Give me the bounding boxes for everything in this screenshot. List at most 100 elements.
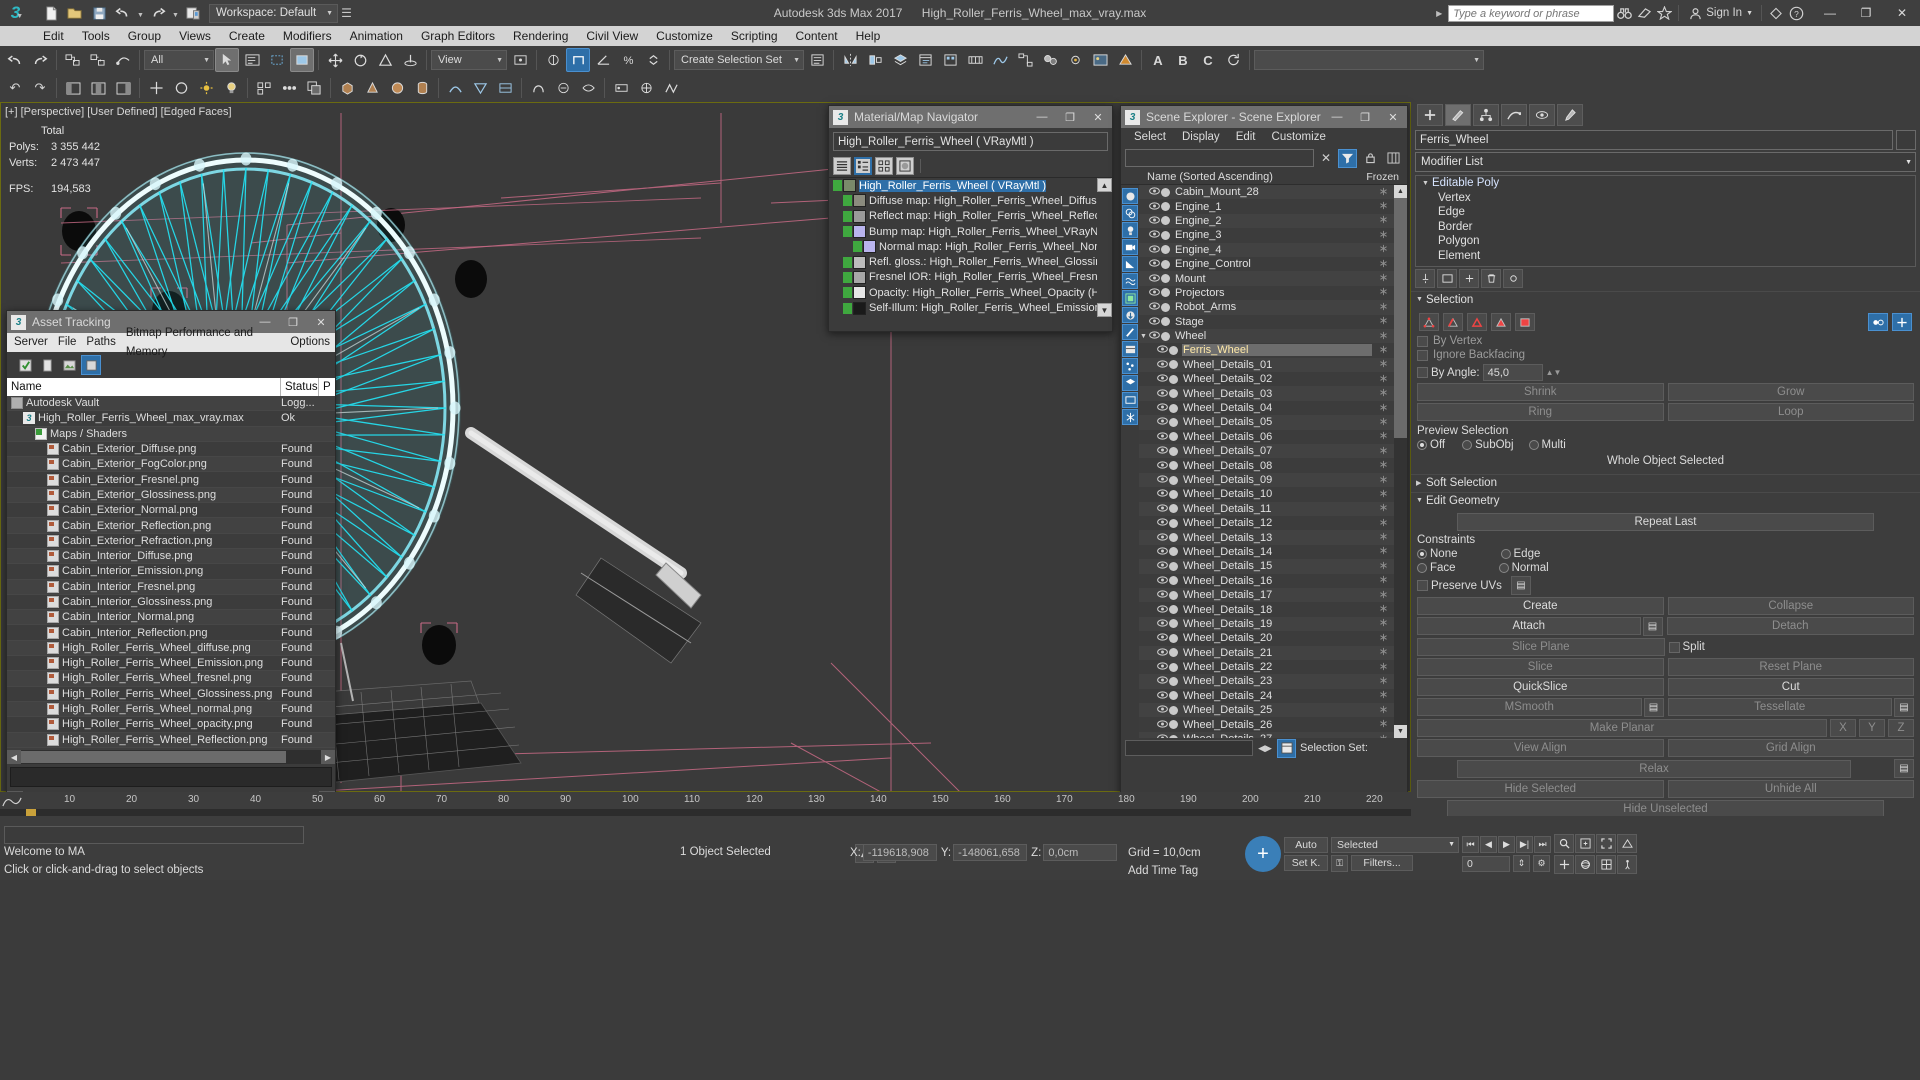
next-frame-icon[interactable]: ▶| <box>1516 836 1533 853</box>
freeze-toggle-icon[interactable] <box>1372 503 1394 514</box>
filter-containers-icon[interactable] <box>1122 341 1138 357</box>
close-button[interactable]: ✕ <box>1084 106 1112 128</box>
freeze-toggle-icon[interactable] <box>1372 575 1394 586</box>
frame-spinner-icon[interactable]: ⇕ <box>1513 855 1530 872</box>
freeze-toggle-icon[interactable] <box>1372 518 1394 529</box>
deform-tool1-icon[interactable] <box>526 76 550 100</box>
scroll-down-icon[interactable]: ▼ <box>1097 303 1112 317</box>
curve-editor-icon[interactable] <box>988 48 1012 72</box>
menu-item-content[interactable]: Content <box>787 26 847 46</box>
column-status[interactable]: Status <box>281 378 319 396</box>
rollout-selection-header[interactable]: ▼ Selection <box>1411 291 1920 307</box>
collapse-button[interactable]: Collapse <box>1667 597 1914 615</box>
scene-menu-select[interactable]: Select <box>1127 128 1173 147</box>
spinner-snap-icon[interactable] <box>641 48 665 72</box>
preserve-uvs-settings-icon[interactable]: ▤ <box>1510 576 1531 595</box>
scene-object-row[interactable]: Wheel_Details_16 <box>1139 573 1394 588</box>
render-production-icon[interactable] <box>1113 48 1137 72</box>
go-to-end-icon[interactable]: ⏭ <box>1534 836 1551 853</box>
scene-object-row[interactable]: Wheel_Details_07 <box>1139 444 1394 459</box>
visibility-eye-icon[interactable] <box>1148 302 1160 312</box>
clone-icon[interactable] <box>302 76 326 100</box>
freeze-toggle-icon[interactable] <box>1372 431 1394 442</box>
make-planar-x-button[interactable]: X <box>1830 719 1856 737</box>
place-tool-icon[interactable] <box>398 48 422 72</box>
freeze-toggle-icon[interactable] <box>1372 489 1394 500</box>
grow-selection-icon[interactable] <box>1892 313 1912 331</box>
cylinder-primitive-icon[interactable] <box>410 76 434 100</box>
freeze-toggle-icon[interactable] <box>1372 446 1394 457</box>
freeze-toggle-icon[interactable] <box>1372 215 1394 226</box>
scene-menu-edit[interactable]: Edit <box>1229 128 1263 147</box>
orbit-icon[interactable] <box>1575 855 1595 874</box>
material-navigator-titlebar[interactable]: 3 Material/Map Navigator — ❐ ✕ <box>829 106 1112 128</box>
undo-icon[interactable] <box>112 2 134 24</box>
freeze-toggle-icon[interactable] <box>1372 719 1394 730</box>
search-expand-icon[interactable]: ▶ <box>1430 9 1448 18</box>
spinner-arrows-icon[interactable]: ▲▼ <box>1546 368 1562 377</box>
freeze-toggle-icon[interactable] <box>1372 734 1394 738</box>
edge-subobject-icon[interactable] <box>1443 313 1463 331</box>
refresh-assets-icon[interactable] <box>37 355 57 375</box>
attach-button[interactable]: Attach <box>1417 617 1641 635</box>
repeat-last-button[interactable]: Repeat Last <box>1457 513 1874 531</box>
asset-row[interactable]: Cabin_Exterior_Fresnel.png Found <box>7 472 335 488</box>
rotate-gizmo-icon[interactable] <box>169 76 193 100</box>
autodesk-360-icon[interactable] <box>1634 2 1654 24</box>
freeze-toggle-icon[interactable] <box>1372 230 1394 241</box>
asset-row[interactable]: Cabin_Exterior_Normal.png Found <box>7 503 335 519</box>
asset-row[interactable]: Cabin_Exterior_Diffuse.png Found <box>7 441 335 458</box>
light-bulb-icon[interactable] <box>219 76 243 100</box>
filter-icon[interactable] <box>1338 148 1357 168</box>
visibility-eye-icon[interactable] <box>1148 259 1160 269</box>
visibility-eye-icon[interactable] <box>1156 619 1168 629</box>
asset-menu-options[interactable]: Options <box>285 333 335 352</box>
auto-key-big-button[interactable]: + <box>1245 836 1281 872</box>
asset-row[interactable]: Cabin_Exterior_Reflection.png Found <box>7 518 335 534</box>
scene-object-row[interactable]: Wheel_Details_22 <box>1139 659 1394 675</box>
vertex-subobject-icon[interactable] <box>1419 313 1439 331</box>
material-map-row[interactable]: Reflect map: High_Roller_Ferris_Wheel_Re… <box>829 209 1112 224</box>
constraint-none-radio[interactable] <box>1417 549 1427 559</box>
filter-geometry-icon[interactable] <box>1122 188 1138 204</box>
scene-object-row[interactable]: ▼ Wheel <box>1139 328 1394 344</box>
panel-right-icon[interactable] <box>111 76 135 100</box>
slice-button[interactable]: Slice <box>1417 658 1664 676</box>
previous-frame-icon[interactable]: ◀ <box>1480 836 1497 853</box>
by-angle-checkbox[interactable] <box>1417 367 1428 378</box>
sun-light-icon[interactable] <box>194 76 218 100</box>
misc-tool3-icon[interactable] <box>659 76 683 100</box>
set-key-button[interactable]: Set K. <box>1284 855 1328 871</box>
visibility-eye-icon[interactable] <box>1156 705 1168 715</box>
freeze-toggle-icon[interactable] <box>1372 345 1394 356</box>
scene-object-row[interactable]: Wheel_Details_20 <box>1139 631 1394 646</box>
column-name[interactable]: Name <box>7 378 281 396</box>
filter-display-icon[interactable] <box>1122 392 1138 408</box>
snaps-toggle-icon[interactable] <box>566 48 590 72</box>
freeze-toggle-icon[interactable] <box>1372 475 1394 486</box>
scene-object-row[interactable]: Wheel_Details_02 <box>1139 372 1394 387</box>
visibility-eye-icon[interactable] <box>1156 518 1168 528</box>
freeze-toggle-icon[interactable] <box>1372 532 1394 543</box>
maximize-viewport-icon[interactable] <box>1596 855 1616 874</box>
asset-tracking-window[interactable]: 3 Asset Tracking — ❐ ✕ Server File Paths Bi… <box>6 310 336 810</box>
constraint-edge-radio[interactable] <box>1500 549 1511 559</box>
scene-object-row[interactable]: Projectors <box>1139 285 1394 301</box>
visibility-eye-icon[interactable] <box>1156 662 1168 672</box>
close-button[interactable]: ✕ <box>1884 0 1920 26</box>
maximize-button[interactable]: ❐ <box>1056 106 1084 128</box>
scene-object-row[interactable]: Robot_Arms <box>1139 300 1394 315</box>
asset-menu-paths[interactable]: Paths <box>81 333 120 352</box>
render-setup-icon[interactable] <box>1063 48 1087 72</box>
scroll-thumb[interactable] <box>1394 198 1407 438</box>
ignore-backfacing-checkbox[interactable] <box>1417 349 1428 361</box>
freeze-toggle-icon[interactable] <box>1372 705 1394 716</box>
auto-key-button[interactable]: Auto <box>1284 837 1328 853</box>
material-map-row[interactable]: Refl. gloss.: High_Roller_Ferris_Wheel_G… <box>829 254 1112 269</box>
scene-object-row[interactable]: Wheel_Details_26 <box>1139 717 1394 732</box>
undo-tool-icon[interactable] <box>3 48 27 72</box>
freeze-toggle-icon[interactable] <box>1372 187 1394 198</box>
material-map-row[interactable]: Fresnel IOR: High_Roller_Ferris_Wheel_Fr… <box>829 270 1112 285</box>
select-and-manipulate-icon[interactable] <box>541 48 565 72</box>
freeze-toggle-icon[interactable] <box>1372 331 1394 342</box>
